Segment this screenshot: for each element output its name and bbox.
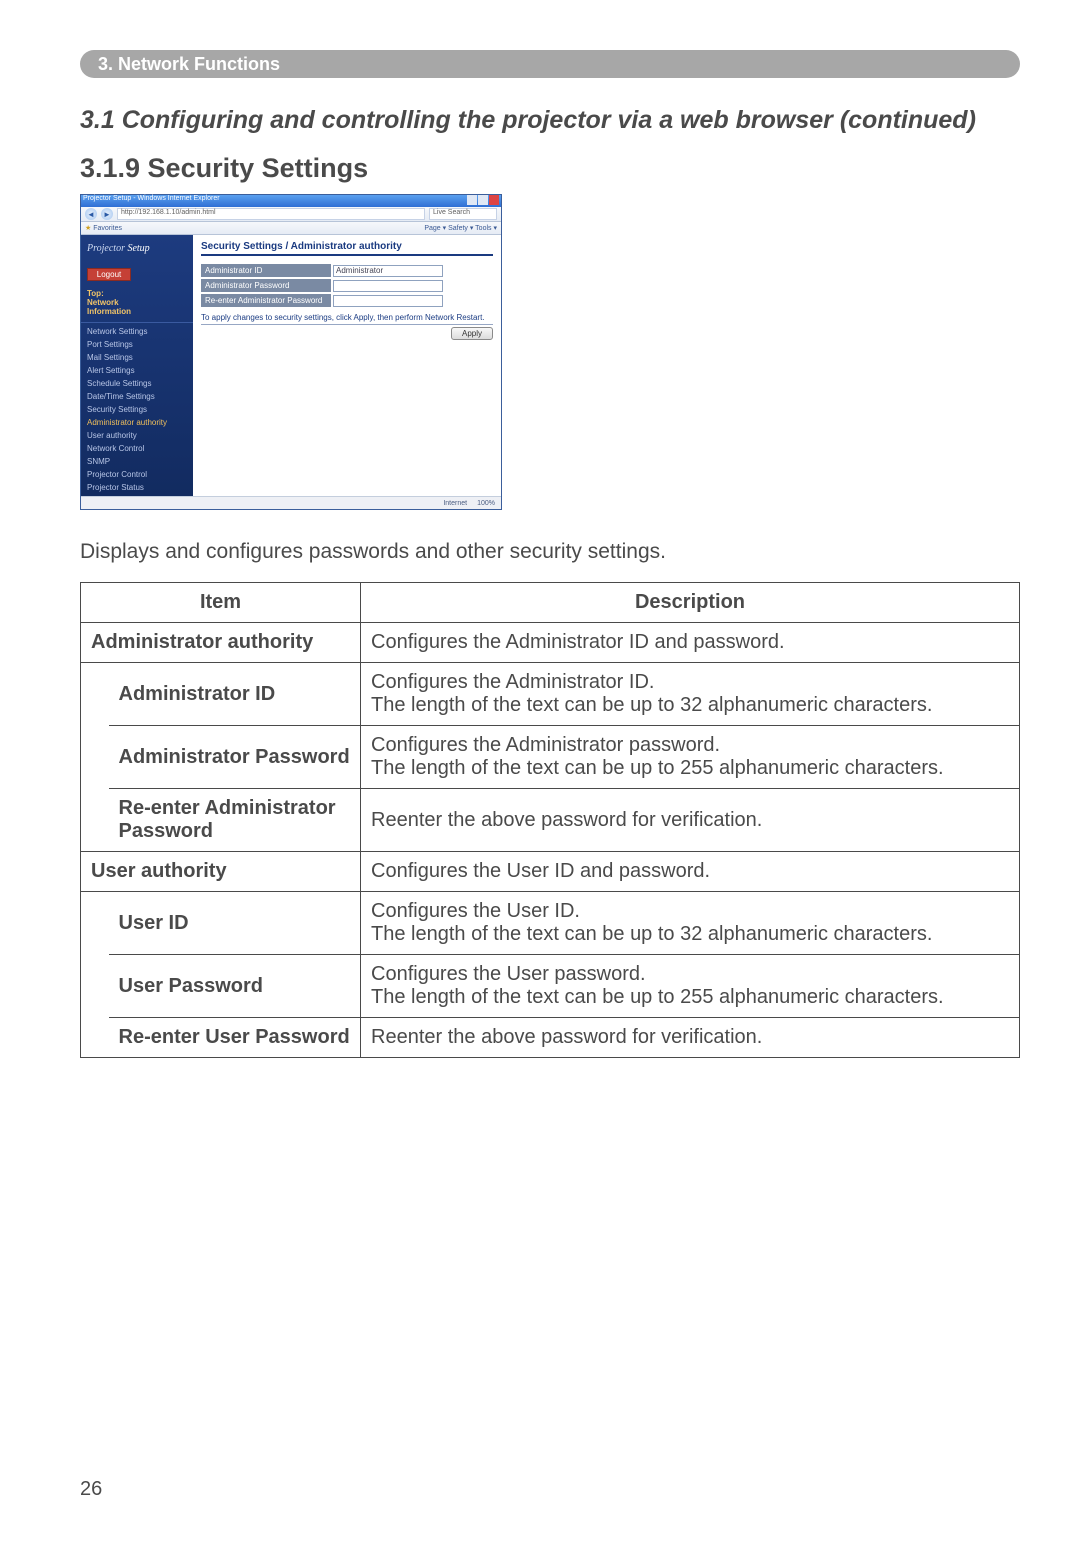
sidebar-sub-userauth: User authority [87,429,193,442]
sidebar-brand: Projector Setup [81,235,193,264]
sidebar-sub-snmp: SNMP [87,455,193,468]
field-admin-id: Administrator ID Administrator [201,264,493,277]
row-adminrepw-desc: Reenter the above password for verificat… [361,789,1020,852]
lead-text: Displays and configures passwords and ot… [80,540,1020,564]
row-adminauth-desc: Configures the Administrator ID and pass… [361,623,1020,663]
row-userid-item: User ID [109,892,361,955]
chapter-title: 3. Network Functions [98,54,280,74]
input-admin-id: Administrator [333,265,443,277]
window-title: Projector Setup - Windows Internet Explo… [83,195,220,207]
maximize-icon [478,195,488,205]
brand-word-1: Projector [87,243,125,254]
sidebar-link-security: Security Settings [87,403,193,416]
panel-heading: Security Settings / Administrator author… [201,241,493,256]
sidebar-link-date: Date/Time Settings [87,390,193,403]
row-userpw-desc: Configures the User password.The length … [361,955,1020,1018]
label-admin-pw: Administrator Password [201,279,331,292]
status-zone: Internet [443,500,467,507]
sidebar-link-alert: Alert Settings [87,364,193,377]
embedded-screenshot: Projector Setup - Windows Internet Explo… [80,194,502,510]
row-adminpw-desc: Configures the Administrator password.Th… [361,726,1020,789]
input-admin-pw [333,280,443,292]
page-number: 26 [80,1478,1020,1501]
th-desc: Description [361,583,1020,623]
sidebar-top-0: Top: [87,289,104,298]
indent-spacer-admin [81,663,109,852]
row-adminid-desc: Configures the Administrator ID.The leng… [361,663,1020,726]
apply-button: Apply [451,327,493,340]
subsection-title: 3.1.9 Security Settings [80,153,1020,184]
sidebar-top-1: Network [87,298,119,307]
row-userauth-item: User authority [81,852,361,892]
close-icon [489,195,499,205]
separator [201,324,493,325]
indent-spacer-user [81,892,109,1058]
row-adminauth-item: Administrator authority [81,623,361,663]
browser-toolbar-secondary: ★ Favorites Page ▾ Safety ▾ Tools ▾ [81,222,501,235]
sidebar-link-mail: Mail Settings [87,351,193,364]
logout-button: Logout [87,268,131,281]
sidebar-link-status: Projector Status [87,481,193,494]
sidebar-sub-netcontrol: Network Control [87,442,193,455]
favorites-icon: ★ [85,225,91,232]
row-adminrepw-item: Re-enter Administrator Password [109,789,361,852]
field-admin-repw: Re-enter Administrator Password [201,294,493,307]
sidebar: Projector Setup Logout Top: Network Info… [81,235,193,496]
sidebar-link-schedule: Schedule Settings [87,377,193,390]
sidebar-link-control: Projector Control [87,468,193,481]
chapter-header: 3. Network Functions [80,50,1020,78]
field-admin-pw: Administrator Password [201,279,493,292]
row-adminid-item: Administrator ID [109,663,361,726]
sidebar-link-port: Port Settings [87,338,193,351]
minimize-icon [467,195,477,205]
label-admin-id: Administrator ID [201,264,331,277]
sidebar-sub-adminauth: Administrator authority [87,416,193,429]
row-userrepw-item: Re-enter User Password [109,1018,361,1058]
row-userpw-item: User Password [109,955,361,1018]
search-box: Live Search [429,208,497,220]
address-bar: http://192.168.1.10/admin.html [117,208,425,220]
settings-table: Item Description Administrator authority… [80,582,1020,1058]
label-admin-repw: Re-enter Administrator Password [201,294,331,307]
row-userid-desc: Configures the User ID.The length of the… [361,892,1020,955]
row-userrepw-desc: Reenter the above password for verificat… [361,1018,1020,1058]
back-icon: ◄ [85,208,97,220]
section-title: 3.1 Configuring and controlling the proj… [80,106,1020,135]
browser-toolbar: ◄ ► http://192.168.1.10/admin.html Live … [81,207,501,222]
brand-word-2: Setup [127,243,149,254]
window-titlebar: Projector Setup - Windows Internet Explo… [81,195,501,207]
tools-row: Page ▾ Safety ▾ Tools ▾ [424,224,497,232]
main-panel: Security Settings / Administrator author… [193,235,501,496]
favorites-label: Favorites [93,225,122,232]
row-userauth-desc: Configures the User ID and password. [361,852,1020,892]
forward-icon: ► [101,208,113,220]
sidebar-top-group: Top: Network Information [81,285,193,322]
input-admin-repw [333,295,443,307]
sidebar-top-2: Information [87,307,131,316]
th-item: Item [81,583,361,623]
browser-statusbar: Internet 100% [81,496,501,509]
row-adminpw-item: Administrator Password [109,726,361,789]
status-zoom: 100% [477,500,495,507]
sidebar-links: Network Settings Port Settings Mail Sett… [81,322,193,496]
apply-note: To apply changes to security settings, c… [201,313,493,322]
window-buttons [467,195,499,207]
sidebar-link-network: Network Settings [87,325,193,338]
